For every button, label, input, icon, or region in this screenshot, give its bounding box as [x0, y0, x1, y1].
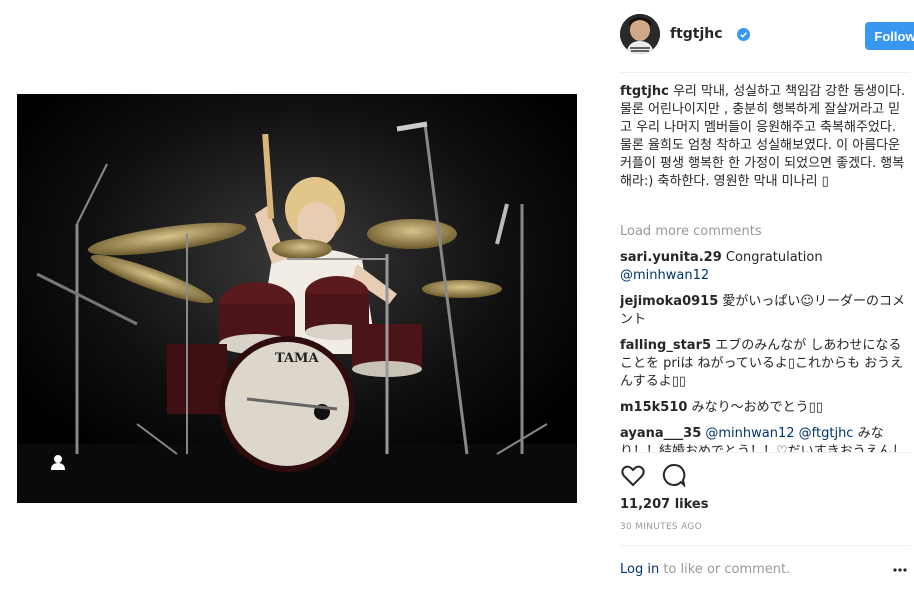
comment-username[interactable]: jejimoka0915	[620, 294, 718, 309]
post-photo[interactable]: TAMA	[17, 94, 577, 503]
header-divider	[620, 72, 910, 73]
comment-username[interactable]: sari.yunita.29	[620, 250, 722, 265]
comment-username[interactable]: falling_star5	[620, 338, 711, 353]
comments-section: ftgtjhc 우리 막내, 성실하고 책임감 강한 동생이다. 물론 어린나이…	[620, 83, 910, 453]
user-tag-icon[interactable]	[48, 452, 68, 472]
comment-item: jejimoka0915 愛がいっぱい☺リーダーのコメント	[620, 293, 910, 329]
comment-mention[interactable]: @minhwan12	[620, 268, 709, 283]
comment-bubble-icon[interactable]	[662, 463, 686, 487]
avatar-image	[620, 14, 660, 54]
login-link[interactable]: Log in	[620, 562, 659, 577]
likes-count[interactable]: 11,207 likes	[620, 497, 708, 512]
heart-icon[interactable]	[620, 463, 646, 489]
drum-brand-text: TAMA	[275, 351, 319, 366]
post-caption: ftgtjhc 우리 막내, 성실하고 책임감 강한 동생이다. 물론 어린나이…	[620, 83, 910, 213]
drummer-photo: TAMA	[17, 94, 577, 503]
comment-item: ayana___35 @minhwan12 @ftgtjhc みなり！！結婚おめ…	[620, 425, 910, 453]
login-prompt: Log in to like or comment.	[620, 562, 790, 577]
comment-mention[interactable]: @minhwan12 @ftgtjhc	[705, 426, 853, 441]
post-actions	[620, 463, 700, 491]
post-header: ftgtjhc Follow	[620, 14, 914, 59]
post-timestamp[interactable]: 30 MINUTES AGO	[620, 522, 702, 532]
caption-username[interactable]: ftgtjhc	[620, 84, 669, 99]
comment-username[interactable]: ayana___35	[620, 426, 701, 441]
login-prompt-text: to like or comment.	[659, 562, 791, 577]
comment-text: みなり～おめでとう▯▯	[691, 400, 823, 415]
comment-username[interactable]: m15k510	[620, 400, 687, 415]
load-more-comments-link[interactable]: Load more comments	[620, 223, 910, 241]
comment-text: Congratulation	[725, 250, 823, 265]
actions-divider	[620, 452, 910, 453]
follow-button[interactable]: Follow	[865, 22, 914, 50]
comment-item: sari.yunita.29 Congratulation @minhwan12	[620, 249, 910, 285]
verified-badge-icon	[737, 28, 750, 41]
footer-divider	[620, 545, 910, 546]
caption-text: 우리 막내, 성실하고 책임감 강한 동생이다. 물론 어린나이지만 , 충분히…	[620, 84, 906, 189]
comment-item: m15k510 みなり～おめでとう▯▯	[620, 399, 910, 417]
post-username[interactable]: ftgtjhc	[670, 26, 723, 42]
post-sidebar: ftgtjhc Follow ftgtjhc 우리 막내, 성실하고 책임감 강…	[603, 0, 914, 597]
avatar[interactable]	[620, 14, 660, 54]
comment-item: falling_star5 エブのみんなが しあわせになることを priは ねが…	[620, 337, 910, 391]
more-options-icon[interactable]	[893, 568, 907, 572]
